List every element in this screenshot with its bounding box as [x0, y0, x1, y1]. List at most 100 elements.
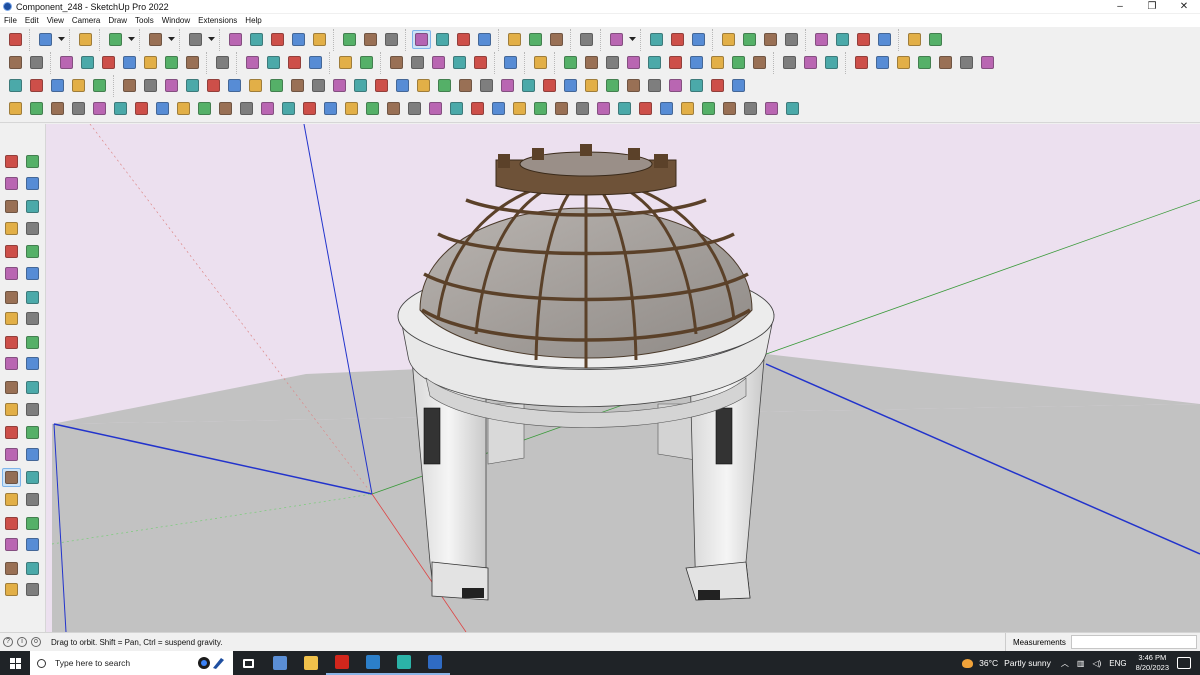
3pt-arc-icon[interactable] [2, 309, 21, 328]
zoom-icon[interactable] [454, 30, 473, 49]
back-edges-icon[interactable] [264, 53, 283, 72]
position-camera-icon[interactable] [2, 535, 21, 554]
curve-14-icon[interactable] [279, 99, 298, 118]
tool-i-icon[interactable] [288, 76, 307, 95]
curve-10-icon[interactable] [195, 99, 214, 118]
curve-13-icon[interactable] [258, 99, 277, 118]
taskbar-search[interactable]: Type here to search [30, 651, 233, 675]
modeling-viewport[interactable] [46, 124, 1200, 632]
ruby-cube-icon[interactable] [6, 76, 25, 95]
curve-6-icon[interactable] [111, 99, 130, 118]
solid-intersect-icon[interactable] [740, 30, 759, 49]
shape-4-icon[interactable] [645, 53, 664, 72]
redo-style-icon[interactable] [926, 30, 945, 49]
photoshop-icon[interactable] [357, 651, 388, 675]
axes-icon[interactable] [2, 445, 21, 464]
clock[interactable]: 3:46 PM 8/20/2023 [1136, 653, 1169, 673]
notifications-icon[interactable] [1177, 657, 1191, 669]
tag-icon[interactable] [801, 53, 820, 72]
curve-23-icon[interactable] [468, 99, 487, 118]
extension-manager-icon[interactable] [577, 30, 596, 49]
tool-j-icon[interactable] [309, 76, 328, 95]
acrobat-icon[interactable] [326, 651, 357, 675]
curve-19-icon[interactable] [384, 99, 403, 118]
move-icon[interactable] [268, 30, 287, 49]
tool-z-icon[interactable] [645, 76, 664, 95]
sandbox-from-scratch-icon[interactable] [833, 30, 852, 49]
rotate-icon[interactable] [289, 30, 308, 49]
calculator-icon[interactable] [264, 651, 295, 675]
ruby-icon[interactable] [69, 76, 88, 95]
rectangle-icon[interactable] [2, 242, 21, 261]
tool-q-icon[interactable] [456, 76, 475, 95]
tool-c-icon[interactable] [162, 76, 181, 95]
previous-view-icon[interactable] [23, 514, 42, 533]
tool-s-icon[interactable] [498, 76, 517, 95]
tool-aa-icon[interactable] [666, 76, 685, 95]
minimize-button[interactable]: – [1104, 0, 1136, 13]
tool-x-icon[interactable] [603, 76, 622, 95]
component-icon[interactable] [6, 53, 25, 72]
curve-18-icon[interactable] [363, 99, 382, 118]
pan-icon[interactable] [23, 468, 42, 487]
menu-window[interactable]: Window [162, 16, 190, 25]
view-iso-icon[interactable] [57, 53, 76, 72]
house-3-icon[interactable] [471, 53, 490, 72]
arc-icon[interactable] [146, 30, 165, 49]
view-bottom-icon[interactable] [183, 53, 202, 72]
view-back-icon[interactable] [141, 53, 160, 72]
curve-7-icon[interactable] [132, 99, 151, 118]
extension-warehouse-icon[interactable] [23, 580, 42, 599]
dropdown-icon[interactable] [207, 30, 215, 49]
solid-union-icon[interactable] [761, 30, 780, 49]
file-explorer-icon[interactable] [295, 651, 326, 675]
curve-32-icon[interactable] [657, 99, 676, 118]
shape-7-icon[interactable] [708, 53, 727, 72]
user-icon[interactable]: o [31, 637, 41, 647]
gear-house-icon[interactable] [429, 53, 448, 72]
pencil-line-icon[interactable] [106, 30, 125, 49]
rotate-icon[interactable] [2, 354, 21, 373]
tool-u-icon[interactable] [540, 76, 559, 95]
search-icon[interactable] [6, 30, 25, 49]
shape-6-icon[interactable] [687, 53, 706, 72]
2pt-arc-icon[interactable] [23, 309, 42, 328]
shape-8-icon[interactable] [729, 53, 748, 72]
look-around-icon[interactable] [23, 535, 42, 554]
3d-text-icon[interactable] [23, 445, 42, 464]
paint-bucket-icon[interactable] [2, 174, 21, 193]
sandbox-smoove-icon[interactable] [854, 30, 873, 49]
curve-20-icon[interactable] [405, 99, 424, 118]
protractor-icon[interactable] [2, 423, 21, 442]
tool-a-icon[interactable] [120, 76, 139, 95]
ruby-cube-2-icon[interactable] [27, 76, 46, 95]
box-3-icon[interactable] [894, 53, 913, 72]
tool-m-icon[interactable] [372, 76, 391, 95]
dropdown-icon[interactable] [167, 30, 175, 49]
curve-8-icon[interactable] [153, 99, 172, 118]
tool-p-icon[interactable] [435, 76, 454, 95]
tool-v-icon[interactable] [561, 76, 580, 95]
section-cut-icon[interactable] [668, 30, 687, 49]
dropdown-icon[interactable] [57, 30, 65, 49]
curve-25-icon[interactable] [510, 99, 529, 118]
curve-26-icon[interactable] [531, 99, 550, 118]
tool-f-icon[interactable] [225, 76, 244, 95]
curve-15-icon[interactable] [300, 99, 319, 118]
credits-icon[interactable]: i [17, 637, 27, 647]
user-account-icon[interactable] [607, 30, 626, 49]
curve-30-icon[interactable] [615, 99, 634, 118]
walk-icon[interactable] [2, 559, 21, 578]
curve-22-icon[interactable] [447, 99, 466, 118]
sandbox-from-contours-icon[interactable] [812, 30, 831, 49]
curve-29-icon[interactable] [594, 99, 613, 118]
shape-9-icon[interactable] [750, 53, 769, 72]
tape-measure-icon[interactable] [2, 400, 21, 419]
menu-camera[interactable]: Camera [72, 16, 100, 25]
undo-style-icon[interactable] [905, 30, 924, 49]
circle-icon[interactable] [2, 264, 21, 283]
shaded-textures-icon[interactable] [357, 53, 376, 72]
lasso-icon[interactable] [780, 53, 799, 72]
rectangle-icon[interactable] [186, 30, 205, 49]
zoom-extents-icon[interactable] [475, 30, 494, 49]
